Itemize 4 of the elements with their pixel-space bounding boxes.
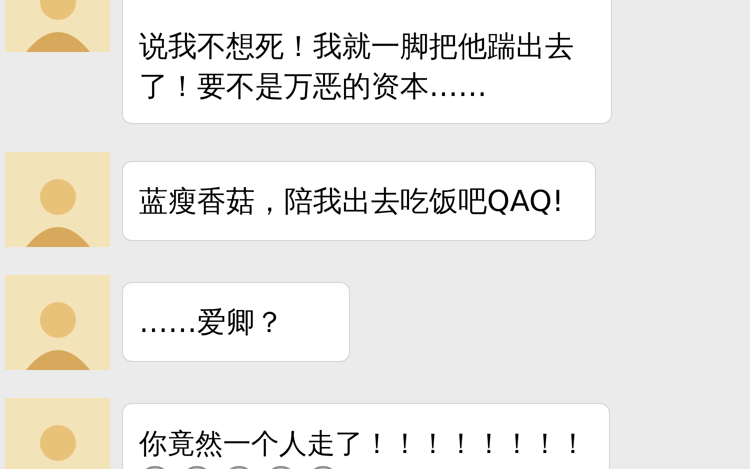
message-text: 蓝瘦香菇，陪我出去吃饭吧QAQ!	[139, 183, 565, 220]
message-text: 说我不想死！我就一脚把他踹出去了！要不是万恶的资本……	[139, 28, 575, 105]
message-text: ……爱卿？	[139, 304, 285, 341]
message-text: 你竟然一个人走了！！！！！！！！	[139, 426, 588, 462]
